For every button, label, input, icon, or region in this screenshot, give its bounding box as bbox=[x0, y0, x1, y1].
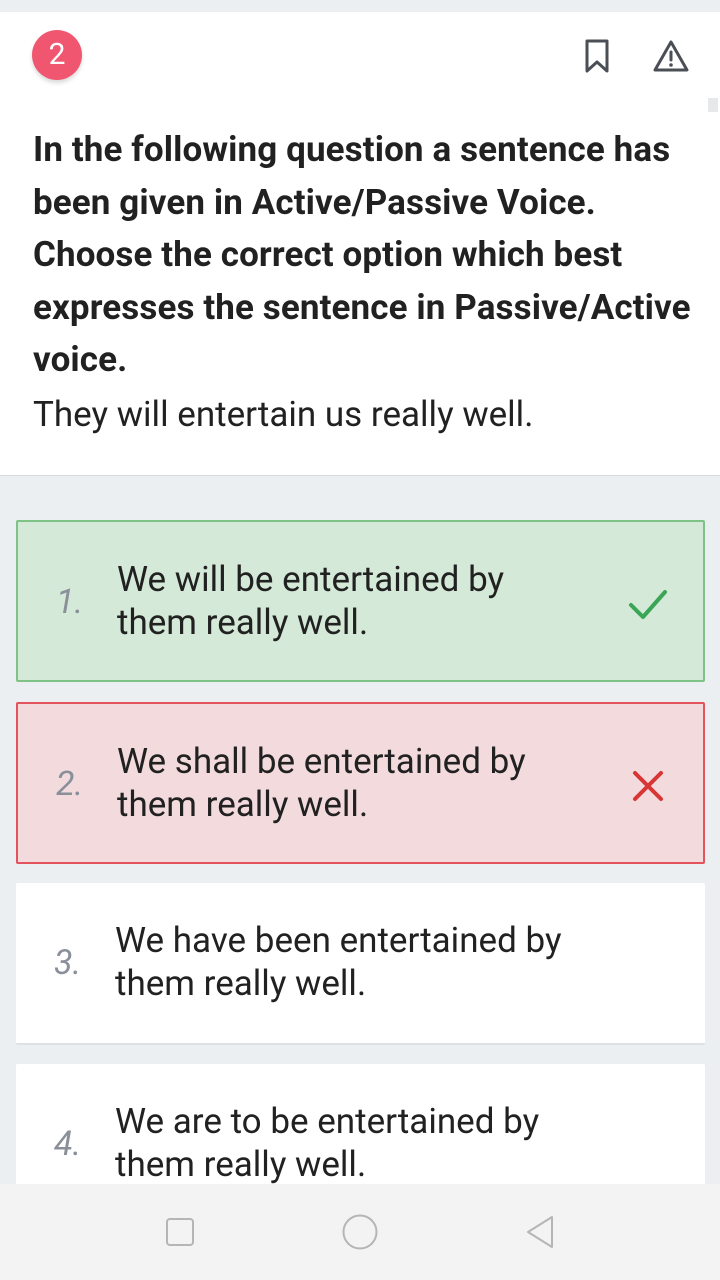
check-icon bbox=[629, 590, 667, 619]
question-sentence: They will entertain us really well. bbox=[33, 394, 534, 435]
option-number: 2. bbox=[56, 764, 84, 804]
bookmark-button[interactable] bbox=[577, 36, 617, 76]
cross-icon bbox=[633, 771, 663, 801]
question-number-badge: 2 bbox=[32, 30, 82, 80]
scroll-indicator[interactable] bbox=[708, 98, 718, 112]
back-button[interactable] bbox=[520, 1212, 560, 1252]
report-button[interactable] bbox=[651, 36, 691, 76]
option-text: We will be entertained by them really we… bbox=[117, 559, 505, 643]
option-number: 4. bbox=[54, 1124, 82, 1164]
option-number: 3. bbox=[54, 943, 82, 983]
option-1[interactable]: 1. We will be entertained by them really… bbox=[16, 520, 705, 682]
option-2[interactable]: 2. We shall be entertained by them reall… bbox=[16, 702, 705, 864]
circle-icon bbox=[342, 1214, 378, 1250]
recents-button[interactable] bbox=[160, 1212, 200, 1252]
square-icon bbox=[166, 1218, 194, 1246]
option-number: 1. bbox=[56, 582, 84, 622]
status-strip bbox=[0, 0, 720, 12]
option-text: We shall be entertained by them really w… bbox=[117, 741, 526, 825]
home-button[interactable] bbox=[340, 1212, 380, 1252]
option-4[interactable]: 4. We are to be entertained by them real… bbox=[16, 1064, 705, 1204]
triangle-back-icon bbox=[527, 1216, 553, 1248]
bookmark-icon bbox=[585, 39, 609, 73]
system-nav-bar bbox=[0, 1184, 720, 1280]
option-text: We have been entertained by them really … bbox=[115, 920, 562, 1004]
option-text: We are to be entertained by them really … bbox=[115, 1101, 540, 1185]
warning-triangle-icon bbox=[653, 40, 689, 72]
option-3[interactable]: 3. We have been entertained by them real… bbox=[16, 883, 705, 1045]
question-instruction: In the following question a sentence has… bbox=[33, 129, 691, 380]
